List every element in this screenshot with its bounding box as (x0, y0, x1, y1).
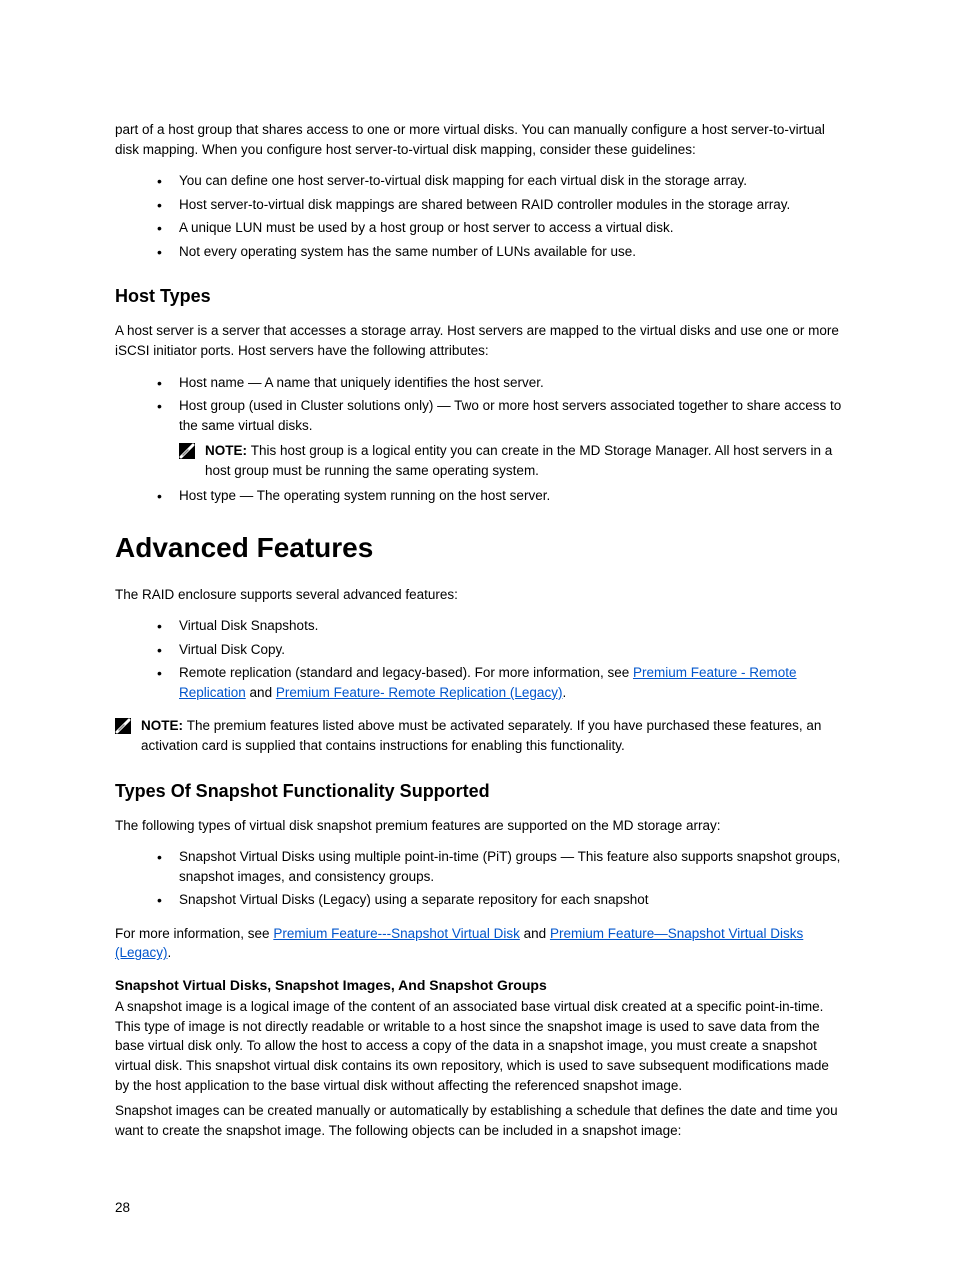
note-text: NOTE: This host group is a logical entit… (205, 441, 844, 480)
list-item: Snapshot Virtual Disks using multiple po… (157, 847, 844, 886)
snapshot-types-more-info: For more information, see Premium Featur… (115, 924, 844, 963)
advanced-features-heading: Advanced Features (115, 528, 844, 569)
text-mid: and (520, 926, 550, 941)
note-label: NOTE: (205, 443, 251, 458)
advanced-features-paragraph: The RAID enclosure supports several adva… (115, 585, 844, 605)
text-end: . (168, 945, 172, 960)
list-item: Host type — The operating system running… (157, 486, 844, 506)
note-block: NOTE: This host group is a logical entit… (179, 441, 844, 480)
note-label: NOTE: (141, 718, 187, 733)
snapshot-disks-paragraph-2: Snapshot images can be created manually … (115, 1101, 844, 1140)
host-types-paragraph: A host server is a server that accesses … (115, 321, 844, 360)
list-item: Host group (used in Cluster solutions on… (157, 396, 844, 480)
page-number: 28 (115, 1198, 844, 1218)
list-item: Remote replication (standard and legacy-… (157, 663, 844, 702)
list-item: You can define one host server-to-virtua… (157, 171, 844, 191)
note-text: NOTE: The premium features listed above … (141, 716, 844, 755)
list-item: Snapshot Virtual Disks (Legacy) using a … (157, 890, 844, 910)
note-icon (115, 718, 131, 740)
note-body: The premium features listed above must b… (141, 718, 821, 753)
premium-remote-replication-legacy-link[interactable]: Premium Feature- Remote Replication (Leg… (276, 685, 563, 700)
list-item: A unique LUN must be used by a host grou… (157, 218, 844, 238)
snapshot-types-paragraph: The following types of virtual disk snap… (115, 816, 844, 836)
list-item: Host server-to-virtual disk mappings are… (157, 195, 844, 215)
list-item-text-pre: Remote replication (standard and legacy-… (179, 665, 633, 680)
advanced-features-bullets: Virtual Disk Snapshots. Virtual Disk Cop… (157, 616, 844, 702)
note-icon (179, 443, 195, 465)
premium-snapshot-vd-link[interactable]: Premium Feature---Snapshot Virtual Disk (273, 926, 520, 941)
note-body: This host group is a logical entity you … (205, 443, 832, 478)
snapshot-disks-paragraph-1: A snapshot image is a logical image of t… (115, 997, 844, 1095)
intro-bullets: You can define one host server-to-virtua… (157, 171, 844, 261)
list-item: Virtual Disk Snapshots. (157, 616, 844, 636)
list-item-text-mid: and (246, 685, 276, 700)
host-types-bullets: Host name — A name that uniquely identif… (157, 373, 844, 506)
list-item-text: Host group (used in Cluster solutions on… (179, 398, 841, 433)
list-item-text-end: . (562, 685, 566, 700)
list-item: Host name — A name that uniquely identif… (157, 373, 844, 393)
snapshot-types-heading: Types Of Snapshot Functionality Supporte… (115, 778, 844, 804)
host-types-heading: Host Types (115, 283, 844, 309)
text-pre: For more information, see (115, 926, 273, 941)
snapshot-disks-heading: Snapshot Virtual Disks, Snapshot Images,… (115, 975, 844, 995)
note-block: NOTE: The premium features listed above … (115, 716, 844, 755)
snapshot-types-bullets: Snapshot Virtual Disks using multiple po… (157, 847, 844, 910)
intro-paragraph: part of a host group that shares access … (115, 120, 844, 159)
list-item: Virtual Disk Copy. (157, 640, 844, 660)
list-item: Not every operating system has the same … (157, 242, 844, 262)
